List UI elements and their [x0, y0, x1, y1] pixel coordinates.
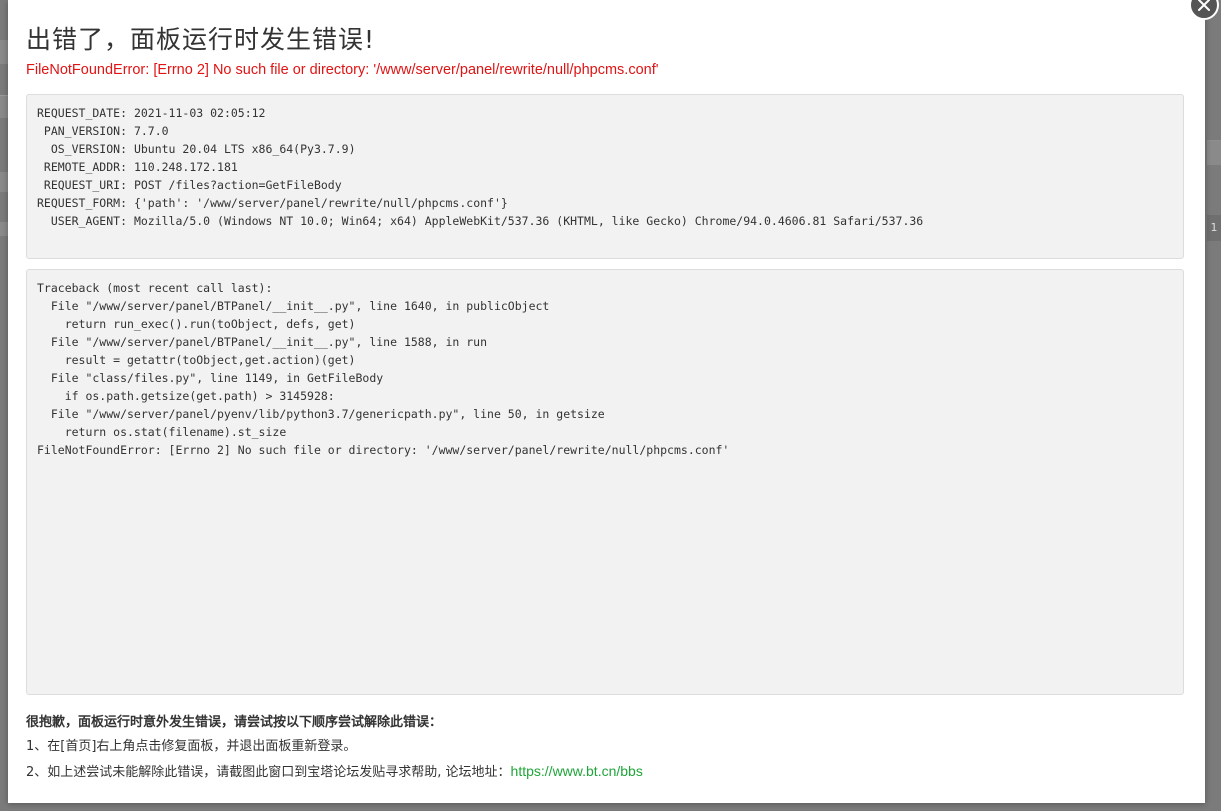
- traceback-line: File "/www/server/panel/BTPanel/__init__…: [37, 335, 488, 349]
- error-message: FileNotFoundError: [Errno 2] No such fil…: [26, 62, 659, 78]
- request-info-key: USER_AGENT: [50, 214, 121, 228]
- request-info-line: USER_AGENT: Mozilla/5.0 (Windows NT 10.0…: [37, 212, 1173, 230]
- dialog-title: 出错了，面板运行时发生错误!: [26, 25, 376, 54]
- background-fragment: [0, 40, 8, 64]
- request-info-line: OS_VERSION: Ubuntu 20.04 LTS x86_64(Py3.…: [37, 140, 1173, 158]
- help-step-2-text: 2、如上述尝试未能解除此错误，请截图此窗口到宝塔论坛发贴寻求帮助, 论坛地址：: [26, 765, 511, 780]
- traceback-line: FileNotFoundError: [Errno 2] No such fil…: [37, 443, 730, 457]
- request-info-value: 110.248.172.181: [133, 160, 238, 174]
- request-info-value: Mozilla/5.0 (Windows NT 10.0; Win64; x64…: [133, 214, 924, 228]
- request-info-line: PAN_VERSION: 7.7.0: [37, 122, 1173, 140]
- request-info-key: REQUEST_URI: [43, 178, 121, 192]
- traceback-line: File "/www/server/panel/BTPanel/__init__…: [37, 299, 550, 313]
- request-info-line: REQUEST_FORM: {'path': '/www/server/pane…: [37, 196, 508, 210]
- request-info-key: REMOTE_ADDR: [43, 160, 121, 174]
- traceback-line: result = getattr(toObject,get.action)(ge…: [37, 353, 356, 367]
- error-dialog: 出错了，面板运行时发生错误! FileNotFoundError: [Errno…: [8, 0, 1205, 803]
- background-fragment: [0, 95, 8, 118]
- traceback-line: File "/www/server/panel/pyenv/lib/python…: [37, 407, 605, 421]
- traceback-line: if os.path.getsize(get.path) > 3145928:: [37, 389, 335, 403]
- request-info-value: 2021-11-03 02:05:12: [133, 106, 266, 120]
- help-step-1: 1、在[首页]右上角点击修复面板，并退出面板重新登录。: [26, 739, 357, 754]
- request-info-key: REQUEST_DATE: [37, 106, 121, 120]
- close-icon: [1198, 0, 1210, 11]
- request-info-line: REQUEST_DATE: 2021-11-03 02:05:12: [37, 106, 266, 120]
- background-page-number: 1: [1207, 215, 1221, 241]
- background-fragment: [0, 222, 8, 236]
- traceback-line: File "class/files.py", line 1149, in Get…: [37, 371, 384, 385]
- request-info-line: REQUEST_URI: POST /files?action=GetFileB…: [37, 176, 1173, 194]
- request-info-box: REQUEST_DATE: 2021-11-03 02:05:12 PAN_VER…: [26, 94, 1184, 259]
- traceback-line: return os.stat(filename).st_size: [37, 425, 287, 439]
- request-info-key: REQUEST_FORM: [37, 196, 121, 210]
- request-info-key: OS_VERSION: [50, 142, 121, 156]
- request-info-value: {'path': '/www/server/panel/rewrite/null…: [133, 196, 508, 210]
- traceback-line: Traceback (most recent call last):: [37, 281, 273, 295]
- traceback-box: Traceback (most recent call last): File …: [26, 269, 1184, 695]
- help-heading: 很抱歉，面板运行时意外发生错误，请尝试按以下顺序尝试解除此错误：: [26, 715, 443, 730]
- background-fragment: [1207, 140, 1221, 165]
- request-info-value: POST /files?action=GetFileBody: [133, 178, 342, 192]
- forum-link[interactable]: https://www.bt.cn/bbs: [511, 763, 643, 779]
- request-info-value: Ubuntu 20.04 LTS x86_64(Py3.7.9): [133, 142, 356, 156]
- background-fragment: [0, 172, 8, 192]
- traceback-line: return run_exec().run(toObject, defs, ge…: [37, 317, 356, 331]
- request-info-key: PAN_VERSION: [43, 124, 121, 138]
- request-info-value: 7.7.0: [133, 124, 169, 138]
- help-step-2: 2、如上述尝试未能解除此错误，请截图此窗口到宝塔论坛发贴寻求帮助, 论坛地址：h…: [26, 761, 643, 785]
- help-section: 很抱歉，面板运行时意外发生错误，请尝试按以下顺序尝试解除此错误： 1、在[首页]…: [26, 713, 643, 785]
- request-info-line: REMOTE_ADDR: 110.248.172.181: [37, 158, 1173, 176]
